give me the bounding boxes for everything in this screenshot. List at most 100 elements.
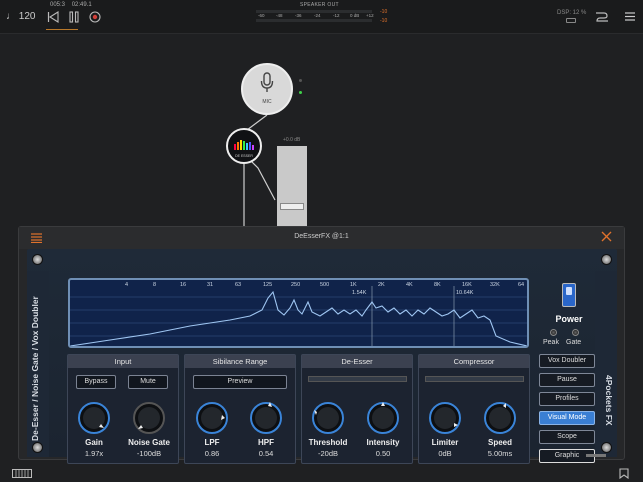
- limiter-knob[interactable]: [428, 401, 462, 435]
- visual-mode-button[interactable]: Visual Mode: [539, 411, 595, 425]
- bookmark-icon[interactable]: [619, 468, 629, 479]
- fader-db-value: +0.0 dB: [283, 137, 301, 143]
- preview-button[interactable]: Preview: [193, 375, 287, 389]
- deesser-section: De-Esser Threshold -20dB Intensity 0.50: [301, 354, 413, 464]
- pause-icon[interactable]: [68, 11, 80, 23]
- position-bars: 005:3: [50, 2, 66, 8]
- record-icon[interactable]: [89, 11, 101, 23]
- screw-icon: [601, 442, 612, 453]
- speed-knob[interactable]: [483, 401, 517, 435]
- meter-right-value: -10: [380, 18, 388, 24]
- right-side-panel: 4Pockets FX: [595, 271, 617, 457]
- freq-label: 32K: [490, 282, 500, 288]
- meter-scale-tick: +12: [366, 13, 374, 18]
- freq-label: 125: [263, 282, 272, 288]
- hpf-knob[interactable]: [249, 401, 283, 435]
- peak-label: Peak: [543, 339, 559, 346]
- left-side-panel: De-Esser / Noise Gate / Vox Doubler: [27, 271, 49, 457]
- gate-label: Gate: [566, 339, 582, 346]
- volume-fader[interactable]: [277, 146, 307, 226]
- freq-label: 31: [207, 282, 213, 288]
- section-title: Input: [68, 355, 178, 368]
- power-toggle-lever: [566, 287, 572, 295]
- dsp-usage: DSP: 12 %: [557, 10, 587, 16]
- mic-label: MIC: [262, 99, 272, 105]
- deesser-activity-meter: [308, 376, 407, 382]
- hpf-value: 0.54: [258, 449, 274, 458]
- limiter-label: Limiter: [431, 438, 459, 447]
- spectrum-analyzer[interactable]: 4 8 16 31 63 125 250 500 1K 2K 4K 8K 16K…: [68, 278, 529, 348]
- screw-icon: [32, 442, 43, 453]
- lpf-label: LPF: [204, 438, 220, 447]
- freq-label: 250: [291, 282, 300, 288]
- analyzer-graph: 4 8 16 31 63 125 250 500 1K 2K 4K 8K 16K…: [70, 282, 527, 346]
- pause-button[interactable]: Pause: [539, 373, 595, 387]
- intensity-knob[interactable]: [366, 401, 400, 435]
- intensity-label: Intensity: [366, 438, 400, 447]
- section-title: Compressor: [419, 355, 529, 368]
- vox-doubler-button[interactable]: Vox Doubler: [539, 354, 595, 368]
- speaker-out-meter: -60 -48 -36 -24 -12 0 dB +12: [256, 9, 380, 23]
- meter-bar-right: [256, 19, 372, 22]
- meter-scale-tick: -12: [333, 13, 340, 18]
- freq-label: 16: [180, 282, 186, 288]
- freq-label: 64: [518, 282, 524, 288]
- speed-label: Speed: [487, 438, 512, 447]
- power-switch[interactable]: [562, 283, 576, 307]
- status-led: [299, 79, 302, 82]
- plugin-panel: De-Esser / Noise Gate / Vox Doubler 4Poc…: [27, 249, 617, 464]
- freq-label: 4K: [406, 282, 413, 288]
- app-root: ♩ 120 005:3 02:49.1 SPEAKER OUT -60 -48 …: [0, 0, 643, 482]
- intensity-value: 0.50: [375, 449, 391, 458]
- playhead-progress: [46, 29, 78, 30]
- peak-led: [550, 329, 557, 336]
- gain-knob[interactable]: [77, 401, 111, 435]
- hpf-label: HPF: [258, 438, 274, 447]
- meter-scale-tick: -48: [276, 13, 283, 18]
- meter-title: SPEAKER OUT: [300, 2, 339, 8]
- plugin-vertical-title: De-Esser / Noise Gate / Vox Doubler: [30, 296, 40, 441]
- threshold-value: -20dB: [317, 449, 338, 458]
- meter-left-value: -10: [380, 9, 388, 15]
- fader-handle[interactable]: [280, 203, 304, 210]
- mic-node[interactable]: MIC: [241, 63, 293, 115]
- power-label: Power: [555, 314, 583, 324]
- rewind-icon[interactable]: [47, 11, 59, 23]
- freq-label: 63: [235, 282, 241, 288]
- plugin-window: DeEsserFX @1:1 De-Esser / Noise Gate / V…: [18, 226, 625, 464]
- hamburger-menu-icon[interactable]: [625, 12, 635, 21]
- battery-icon: [566, 18, 576, 23]
- threshold-knob[interactable]: [311, 401, 345, 435]
- profiles-button[interactable]: Profiles: [539, 392, 595, 406]
- noise-gate-knob[interactable]: [132, 401, 166, 435]
- freq-label: 500: [320, 282, 329, 288]
- scope-button[interactable]: Scope: [539, 430, 595, 444]
- gate-led: [572, 329, 579, 336]
- deesser-fx-node[interactable]: DE ESSER: [226, 128, 262, 164]
- input-section: Input Bypass Mute Gain 1.97x Noise Gate …: [67, 354, 179, 464]
- limiter-value: 0dB: [438, 449, 452, 458]
- bypass-button[interactable]: Bypass: [76, 375, 116, 389]
- meter-scale-tick: -60: [258, 13, 265, 18]
- noise-gate-value: -100dB: [136, 449, 162, 458]
- section-title: De-Esser: [302, 355, 412, 368]
- freq-label: 16K: [462, 282, 472, 288]
- plugin-title: DeEsserFX @1:1: [294, 233, 349, 240]
- screw-icon: [601, 254, 612, 265]
- routing-icon[interactable]: [595, 10, 609, 24]
- lpf-knob[interactable]: [195, 401, 229, 435]
- close-icon[interactable]: [601, 231, 612, 242]
- position-time: 02:49.1: [71, 2, 92, 8]
- freq-label: 1K: [350, 282, 357, 288]
- freq-label: 8: [153, 282, 156, 288]
- keyboard-icon[interactable]: [12, 469, 32, 478]
- marker-freq-2: 10.64K: [456, 290, 474, 296]
- tempo-display[interactable]: ♩ 120: [6, 11, 35, 22]
- plugin-titlebar: DeEsserFX @1:1: [19, 227, 624, 249]
- fx-node-label: DE ESSER: [235, 154, 253, 158]
- status-led-active: [299, 91, 302, 94]
- freq-label: 8K: [434, 282, 441, 288]
- lpf-value: 0.86: [204, 449, 220, 458]
- resize-grip[interactable]: [586, 454, 606, 457]
- mute-button[interactable]: Mute: [128, 375, 168, 389]
